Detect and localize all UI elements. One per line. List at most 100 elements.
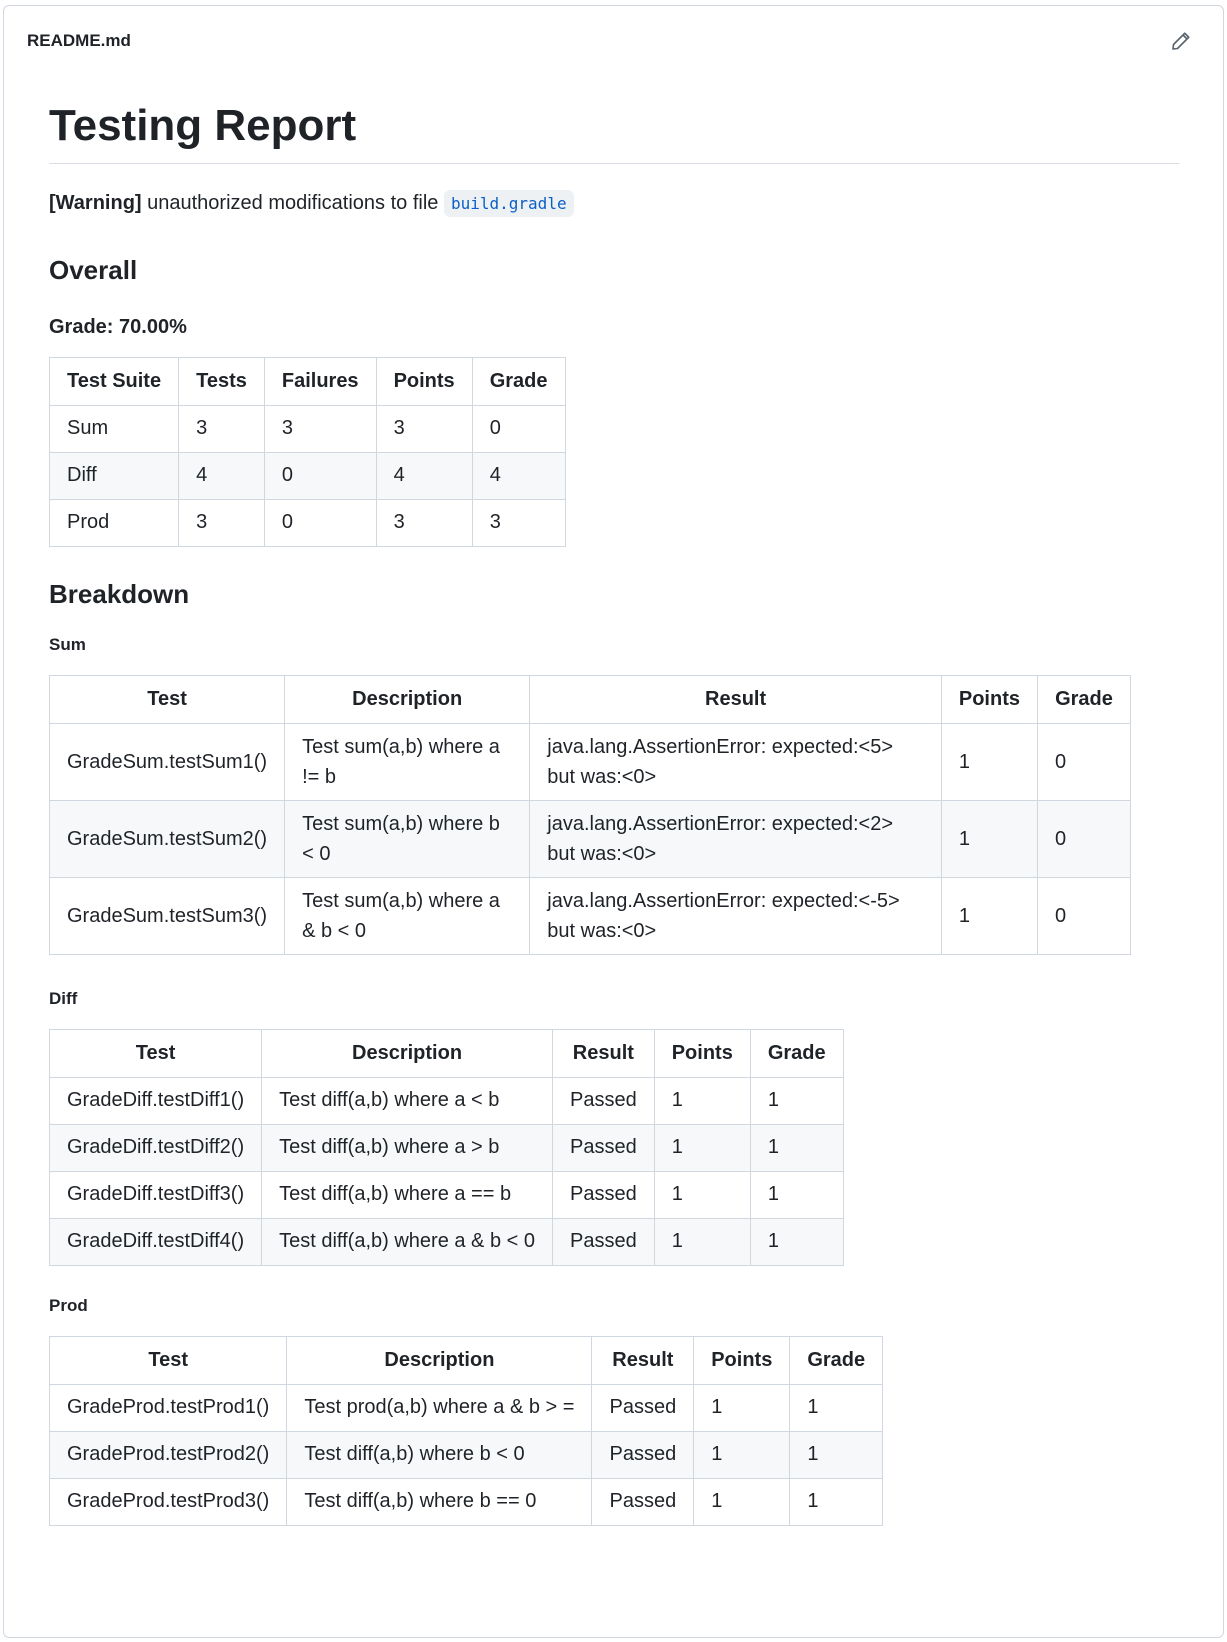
table-cell: java.lang.AssertionError: expected:<5> b… (529, 722, 942, 801)
table-cell: Passed (552, 1123, 655, 1172)
warning-tag: [Warning] (49, 191, 142, 214)
sum-heading: Sum (49, 634, 86, 654)
table-row: Prod 3 0 3 3 (48, 498, 566, 547)
table-cell: 3 (263, 404, 377, 453)
table-cell: 1 (653, 1076, 751, 1125)
column-header: Points (375, 356, 473, 406)
table-cell: Test diff(a,b) where b < 0 (286, 1430, 593, 1479)
table-cell: GradeSum.testSum3() (48, 876, 286, 955)
table-cell: 1 (693, 1430, 791, 1479)
table-cell: 1 (653, 1170, 751, 1219)
table-cell: Test diff(a,b) where b == 0 (286, 1477, 593, 1526)
table-row: GradeProd.testProd1() Test prod(a,b) whe… (48, 1383, 884, 1432)
table-cell: 1 (749, 1123, 844, 1172)
table-cell: 0 (263, 498, 377, 547)
warning-file-code: build.gradle (443, 189, 574, 217)
table-cell: 1 (789, 1430, 884, 1479)
overall-heading: Overall (49, 254, 138, 285)
table-cell: 1 (653, 1217, 751, 1266)
table-cell: 0 (263, 451, 377, 500)
table-cell: Test diff(a,b) where a > b (261, 1123, 553, 1172)
table-row: GradeDiff.testDiff3() Test diff(a,b) whe… (48, 1170, 844, 1219)
file-name: README.md (27, 31, 131, 50)
table-row: GradeSum.testSum3() Test sum(a,b) where … (48, 876, 1132, 955)
table-row: GradeDiff.testDiff2() Test diff(a,b) whe… (48, 1123, 844, 1172)
table-cell: 1 (940, 722, 1038, 801)
pencil-icon (1172, 32, 1190, 50)
table-cell: GradeProd.testProd1() (48, 1383, 288, 1432)
table-cell: 1 (653, 1123, 751, 1172)
column-header: Result (591, 1335, 695, 1385)
table-row: GradeProd.testProd2() Test diff(a,b) whe… (48, 1430, 884, 1479)
table-cell: 4 (375, 451, 473, 500)
table-cell: 4 (178, 451, 265, 500)
page-title: Testing Report (49, 100, 1179, 164)
table-cell: 1 (789, 1383, 884, 1432)
table-row: Sum 3 3 3 0 (48, 404, 566, 453)
column-header: Test (48, 1335, 288, 1385)
table-cell: Passed (591, 1383, 695, 1432)
column-header: Grade (1036, 674, 1132, 724)
table-cell: 1 (693, 1383, 791, 1432)
table-row: GradeSum.testSum2() Test sum(a,b) where … (48, 799, 1132, 878)
prod-heading: Prod (49, 1295, 88, 1315)
table-cell: GradeProd.testProd2() (48, 1430, 288, 1479)
breakdown-heading: Breakdown (49, 578, 190, 609)
table-cell: GradeSum.testSum1() (48, 722, 286, 801)
readme-header: README.md (4, 6, 1223, 76)
table-cell: GradeDiff.testDiff3() (48, 1170, 263, 1219)
table-cell: 3 (375, 498, 473, 547)
table-row: Diff 4 0 4 4 (48, 451, 566, 500)
table-cell: Passed (552, 1217, 655, 1266)
readme-box: README.md Testing Report [Warning] unaut… (3, 5, 1224, 1638)
table-row: GradeProd.testProd3() Test diff(a,b) whe… (48, 1477, 884, 1526)
table-cell: Test diff(a,b) where a == b (261, 1170, 553, 1219)
table-cell: 0 (471, 404, 566, 453)
column-header: Test Suite (48, 356, 180, 406)
table-cell: GradeDiff.testDiff2() (48, 1123, 263, 1172)
table-cell: Test sum(a,b) where a & b < 0 (284, 876, 531, 955)
column-header: Grade (789, 1335, 884, 1385)
table-cell: 1 (789, 1477, 884, 1526)
table-row: GradeDiff.testDiff1() Test diff(a,b) whe… (48, 1076, 844, 1125)
table-cell: 4 (471, 451, 566, 500)
table-cell: GradeProd.testProd3() (48, 1477, 288, 1526)
warning-text: unauthorized modifications to file (141, 191, 444, 214)
table-cell: Diff (48, 451, 180, 500)
table-cell: Test sum(a,b) where b < 0 (284, 799, 531, 878)
table-cell: Test diff(a,b) where a & b < 0 (261, 1217, 553, 1266)
markdown-body: Testing Report [Warning] unauthorized mo… (4, 76, 1223, 1526)
table-cell: 1 (749, 1076, 844, 1125)
table-cell: 3 (178, 498, 265, 547)
table-cell: 0 (1036, 722, 1132, 801)
table-cell: 1 (749, 1170, 844, 1219)
table-cell: java.lang.AssertionError: expected:<-5> … (529, 876, 942, 955)
table-cell: GradeDiff.testDiff4() (48, 1217, 263, 1266)
table-cell: 3 (471, 498, 566, 547)
grade-heading: Grade: 70.00% (49, 315, 187, 338)
table-cell: 3 (375, 404, 473, 453)
table-row: GradeDiff.testDiff4() Test diff(a,b) whe… (48, 1217, 844, 1266)
table-cell: 1 (749, 1217, 844, 1266)
column-header: Points (653, 1028, 751, 1078)
table-cell: GradeDiff.testDiff1() (48, 1076, 263, 1125)
table-cell: Test diff(a,b) where a < b (261, 1076, 553, 1125)
table-cell: 0 (1036, 876, 1132, 955)
column-header: Grade (749, 1028, 844, 1078)
column-header: Grade (471, 356, 566, 406)
diff-table: Test Description Result Points Grade Gra… (48, 1028, 844, 1266)
table-cell: Prod (48, 498, 180, 547)
column-header: Points (693, 1335, 791, 1385)
table-cell: Test prod(a,b) where a & b > = (286, 1383, 593, 1432)
edit-button[interactable] (1163, 23, 1199, 59)
column-header: Result (552, 1028, 655, 1078)
table-cell: Test sum(a,b) where a != b (284, 722, 531, 801)
table-cell: GradeSum.testSum2() (48, 799, 286, 878)
warning-line: [Warning] unauthorized modifications to … (49, 188, 1179, 219)
column-header: Failures (263, 356, 377, 406)
table-cell: 1 (693, 1477, 791, 1526)
diff-heading: Diff (49, 988, 78, 1008)
table-row: GradeSum.testSum1() Test sum(a,b) where … (48, 722, 1132, 801)
overall-table: Test Suite Tests Failures Points Grade S… (48, 356, 566, 547)
table-header-row: Test Description Result Points Grade (48, 1028, 844, 1078)
